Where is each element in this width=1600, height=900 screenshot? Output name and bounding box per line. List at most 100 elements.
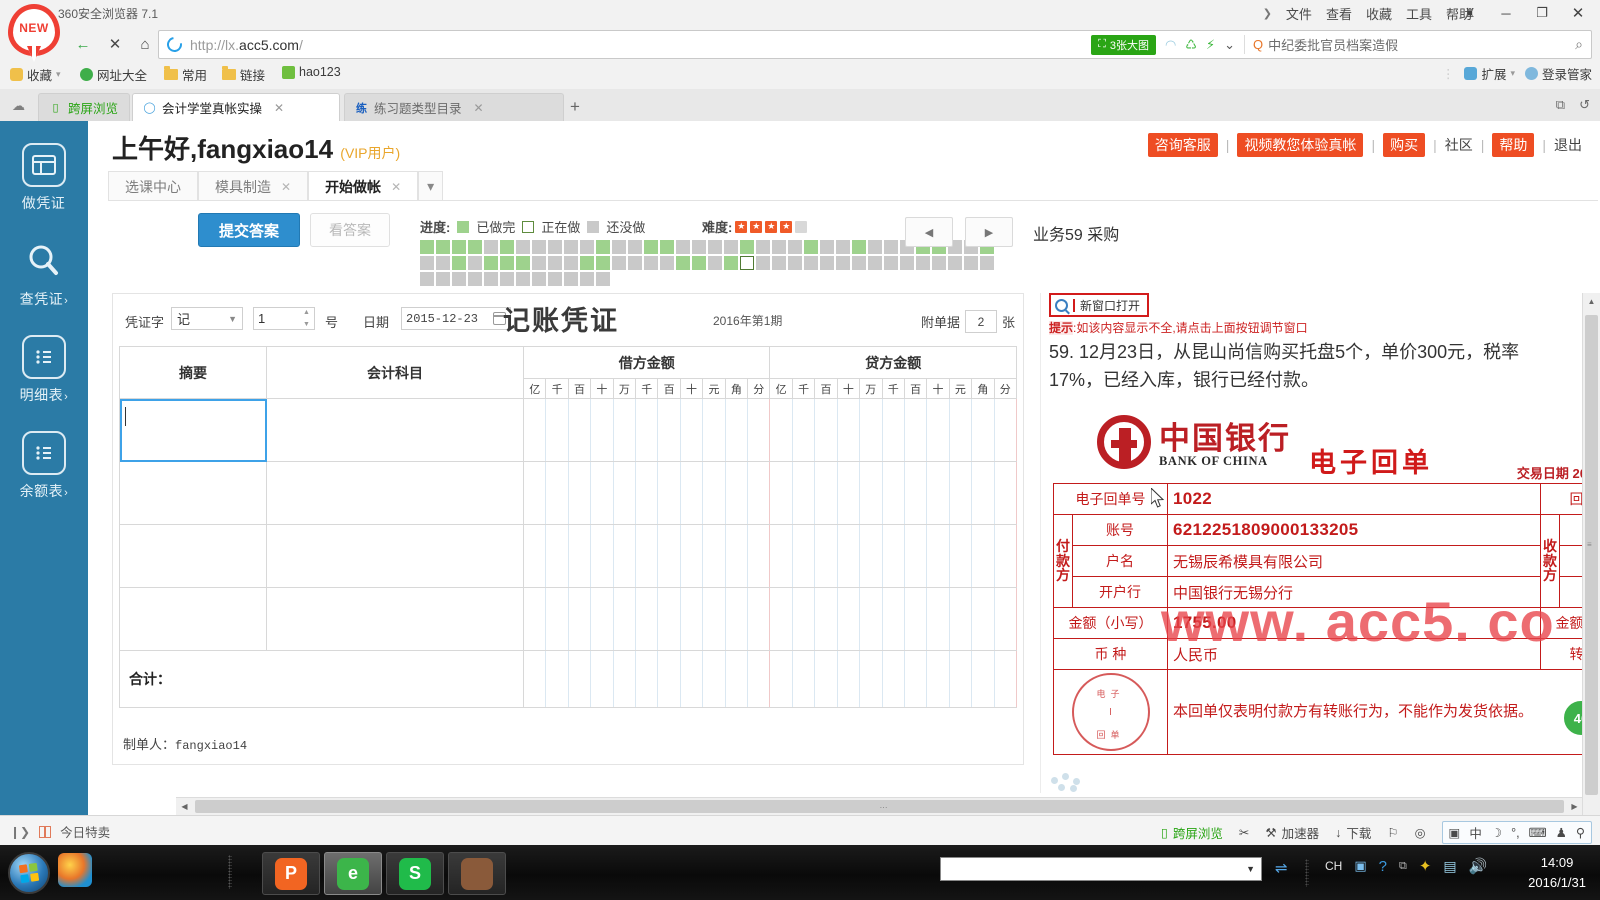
sidebar-item-view-voucher[interactable]: 查凭证› [0,239,88,309]
progress-cell[interactable] [420,240,434,254]
ime-mode-label[interactable]: 中 [1469,823,1482,842]
credit-digit-cell[interactable] [926,587,950,651]
debit-digit-cell[interactable] [567,398,592,462]
credit-digit-cell[interactable] [769,587,793,651]
progress-cell[interactable] [644,256,658,270]
bookmark-links[interactable]: 链接 [222,65,265,84]
debit-digit-cell[interactable] [724,461,749,525]
debit-digit-cell[interactable] [635,398,659,462]
debit-digit-cell[interactable] [679,461,704,525]
abstract-cell[interactable] [119,398,267,462]
progress-cell[interactable] [436,240,450,254]
crossscreen-browse-button[interactable]: ▯ 跨屏浏览 [1161,823,1223,842]
credit-digit-cell[interactable] [814,524,838,588]
subject-cell[interactable] [266,587,524,651]
debit-digit-cell[interactable] [657,524,681,588]
shield-icon[interactable]: ◎ [1415,825,1426,840]
credit-digit-cell[interactable] [948,587,973,651]
statusbar-expand-icon[interactable]: ❙❯ [10,825,30,839]
progress-cell[interactable] [580,272,594,286]
progress-cell[interactable] [788,256,802,270]
progress-cell[interactable] [596,256,610,270]
debit-digit-cell[interactable] [635,461,659,525]
home-icon[interactable]: ⌂ [132,31,158,57]
credit-digit-cell[interactable] [971,398,995,462]
credit-digit-cell[interactable] [769,398,793,462]
sidebar-item-detail-table[interactable]: 明细表› [0,335,88,405]
vertical-scrollbar[interactable]: ▲ ≡ ▼ [1582,293,1600,815]
link-customer-service[interactable]: 咨询客服 [1147,133,1218,157]
progress-cell[interactable] [660,240,674,254]
bookmark-hao123[interactable]: hao123 [282,65,341,79]
attachment-input[interactable]: 2 [964,310,997,333]
debit-digit-cell[interactable] [590,587,614,651]
progress-cell[interactable] [596,272,610,286]
progress-cell[interactable] [948,256,962,270]
progress-cell[interactable] [548,256,562,270]
credit-digit-cell[interactable] [926,524,950,588]
credit-digit-cell[interactable] [814,461,838,525]
bookmark-sites[interactable]: 网址大全 [80,65,147,84]
debit-digit-cell[interactable] [679,587,704,651]
progress-cell[interactable] [788,240,802,254]
debit-digit-cell[interactable] [612,587,637,651]
maximize-button[interactable]: ❐ [1524,2,1560,24]
menu-favorites[interactable]: 收藏 [1366,4,1392,23]
submit-answer-button[interactable]: 提交答案 [198,213,300,247]
progress-cell[interactable] [532,272,546,286]
chevron-down-icon[interactable]: ▼ [1246,864,1255,874]
debit-digit-cell[interactable] [679,398,704,462]
progress-cell[interactable] [708,240,722,254]
subject-cell[interactable] [266,398,524,462]
menu-expand-icon[interactable]: ❯ [1263,7,1272,20]
debit-digit-cell[interactable] [567,524,592,588]
progress-cell[interactable] [532,240,546,254]
credit-digit-cell[interactable] [903,398,928,462]
progress-cell[interactable] [580,240,594,254]
taskbar-clock[interactable]: 14:09 2016/1/31 [1528,853,1586,892]
debit-digit-cell[interactable] [747,398,771,462]
progress-cell[interactable] [484,240,498,254]
sync-icon[interactable]: ⇌ [1275,859,1288,877]
progress-cell[interactable] [420,256,434,270]
credit-digit-cell[interactable] [926,461,950,525]
progress-cell[interactable] [836,240,850,254]
flag-icon[interactable]: ⚐ [1387,825,1398,840]
tab-exercises[interactable]: 练 练习题类型目录 ✕ [344,93,564,121]
voucher-date-input[interactable]: 2015-12-23 [401,307,511,330]
subject-cell[interactable] [266,524,524,588]
scroll-up-icon[interactable]: ▲ [1583,293,1600,310]
progress-cell[interactable] [500,272,514,286]
volume-icon[interactable]: 🔊 [1469,857,1488,875]
user-icon[interactable]: ♟ [1556,825,1567,840]
credit-digit-cell[interactable] [814,398,838,462]
link-community[interactable]: 社区 [1445,135,1473,155]
credit-digit-cell[interactable] [881,461,905,525]
prev-business-button[interactable]: ◀ [905,217,953,247]
progress-cell[interactable] [756,240,770,254]
credit-digit-cell[interactable] [993,398,1018,462]
progress-cell[interactable] [564,240,578,254]
extensions-button[interactable]: 扩展 ▾ [1464,64,1515,83]
taskbar-360-browser[interactable]: e [324,852,382,895]
voucher-number-input[interactable]: 1 ▲ ▼ [253,307,315,330]
progress-cell[interactable] [852,240,866,254]
account-manager-button[interactable]: 登录管家 [1524,64,1592,83]
progress-cell[interactable] [468,272,482,286]
debit-digit-cell[interactable] [702,524,726,588]
credit-digit-cell[interactable] [859,398,883,462]
debit-digit-cell[interactable] [567,587,592,651]
progress-cell[interactable] [564,272,578,286]
progress-cell[interactable] [740,240,754,254]
progress-cell[interactable] [548,240,562,254]
credit-digit-cell[interactable] [993,587,1018,651]
progress-cell[interactable] [612,240,626,254]
progress-cell[interactable] [612,256,626,270]
credit-digit-cell[interactable] [791,461,816,525]
search-icon[interactable]: ⌕ [1575,36,1583,53]
debit-digit-cell[interactable] [747,524,771,588]
progress-cell[interactable] [916,256,930,270]
progress-cell[interactable] [516,272,530,286]
progress-cell[interactable] [900,256,914,270]
security-icon[interactable]: ✦ [1419,857,1432,875]
